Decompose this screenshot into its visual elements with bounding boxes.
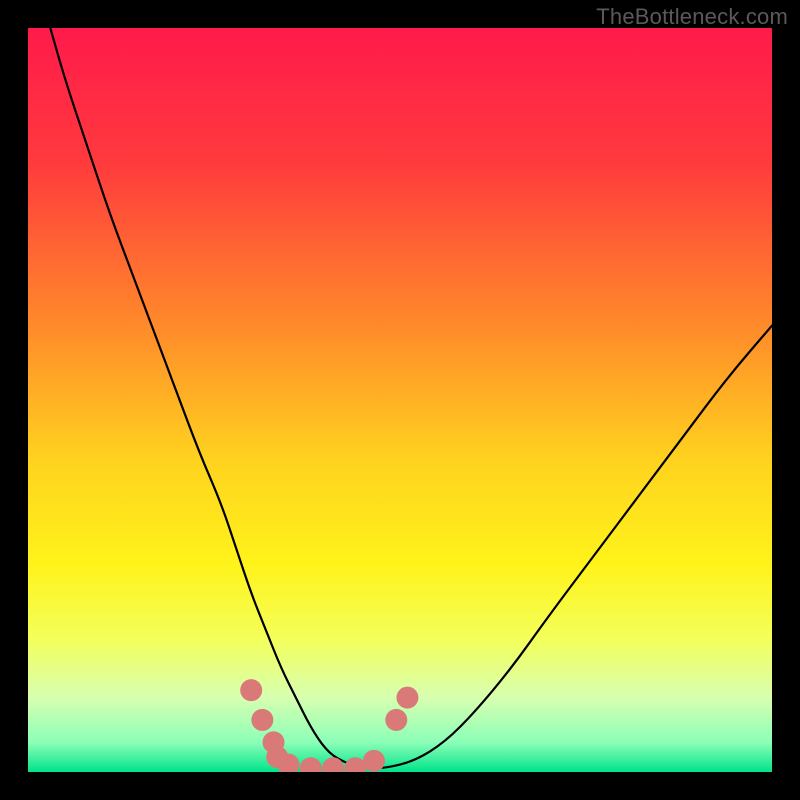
trough-marker (240, 679, 262, 701)
attribution-label: TheBottleneck.com (596, 4, 788, 30)
trough-marker (396, 687, 418, 709)
plot-area (28, 28, 772, 772)
chart-frame: TheBottleneck.com (0, 0, 800, 800)
trough-marker (385, 709, 407, 731)
trough-marker (363, 750, 385, 772)
gradient-background (28, 28, 772, 772)
trough-marker (251, 709, 273, 731)
bottleneck-chart (28, 28, 772, 772)
